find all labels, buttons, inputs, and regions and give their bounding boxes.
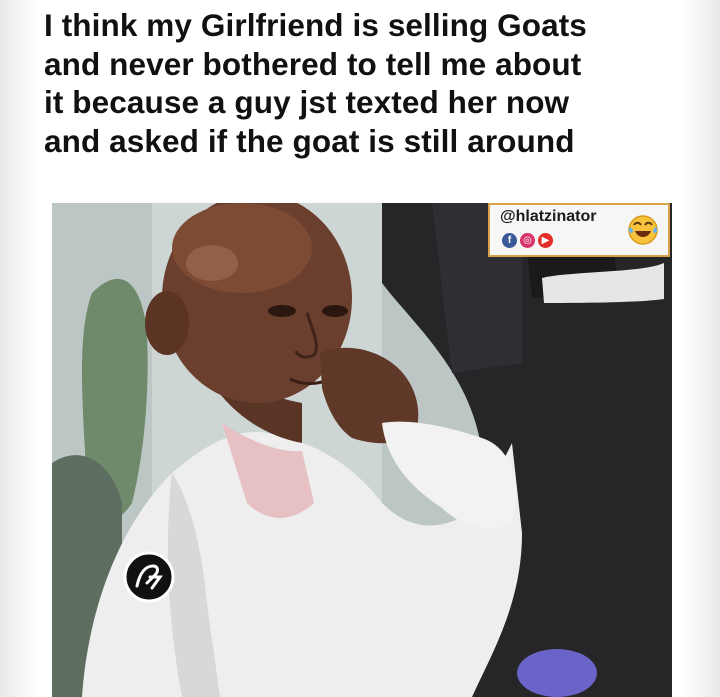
social-icons: f ◎ ▶ [502,233,553,248]
meme-caption: I think my Girlfriend is selling Goats a… [44,6,684,160]
caption-line-1: I think my Girlfriend is selling Goats [44,7,587,43]
youtube-icon: ▶ [538,233,553,248]
caption-line-2: and never bothered to tell me about [44,45,582,82]
instagram-icon: ◎ [520,233,535,248]
photo-scene [52,203,672,697]
caption-line-4: and asked if the goat is still around [44,122,575,159]
circle-monogram-logo [123,551,175,603]
watermark-handle: @hlatzinator [500,208,597,225]
watermark-badge: @hlatzinator f ◎ ▶ [488,203,670,257]
meme-photo: @hlatzinator f ◎ ▶ [52,203,672,697]
facebook-icon: f [502,233,517,248]
caption-line-3: it because a guy jst texted her now [44,84,570,120]
tears-of-joy-emoji [628,215,658,245]
